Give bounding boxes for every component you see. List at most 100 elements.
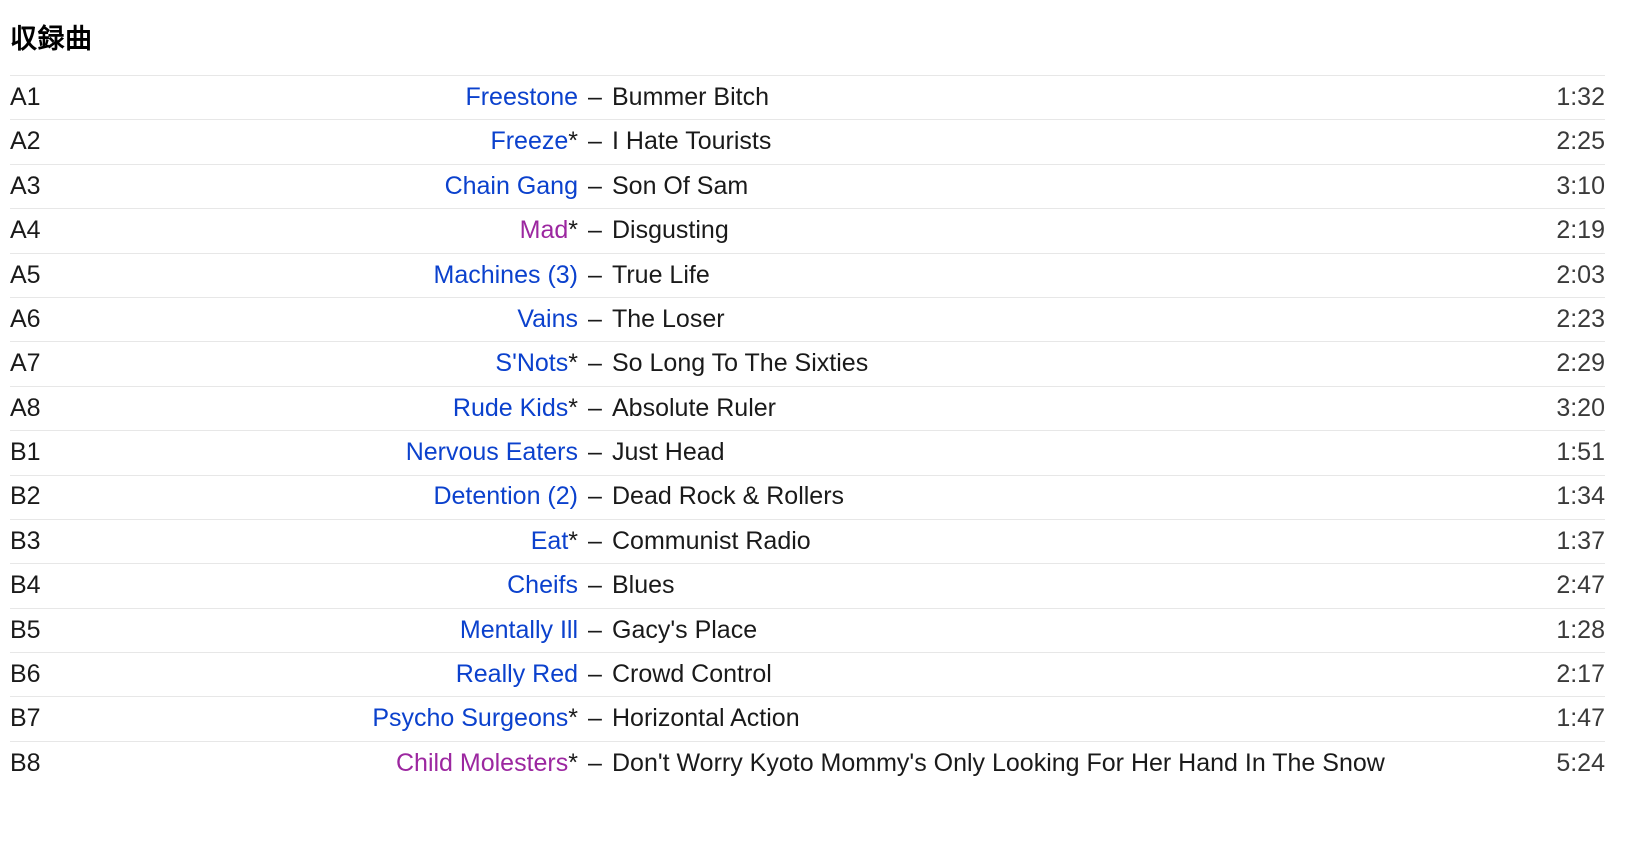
track-artist-cell: S'Nots* [130,342,578,386]
track-title: So Long To The Sixties [612,349,869,378]
track-artist-cell: Nervous Eaters [130,431,578,475]
track-artist-cell: Vains [130,297,578,341]
track-position: A7 [10,349,41,378]
artist-asterisk-marker: * [568,526,578,555]
artist-title-dash: – [588,349,602,378]
track-duration: 2:03 [1556,260,1605,289]
table-row[interactable]: B3 Eat* – Communist Radio 1:37 [10,519,1605,563]
track-title: Disgusting [612,216,729,245]
artist-title-dash: – [588,482,602,511]
track-title: Gacy's Place [612,615,758,644]
table-row[interactable]: A3 Chain Gang – Son Of Sam 3:10 [10,164,1605,208]
track-artist-cell: Rude Kids* [130,386,578,430]
track-duration: 1:34 [1556,482,1605,511]
artist-asterisk-marker: * [568,749,578,778]
track-position: B5 [10,615,41,644]
artist-link[interactable]: Chain Gang [445,172,578,200]
table-row[interactable]: A5 Machines (3) – True Life 2:03 [10,253,1605,297]
track-position: B1 [10,438,41,467]
artist-link[interactable]: Psycho Surgeons [372,704,568,733]
artist-link[interactable]: Child Molesters [396,749,568,777]
track-artist-cell: Freeze* [130,120,578,164]
artist-title-dash: – [588,127,602,156]
track-title: Absolute Ruler [612,393,776,422]
artist-link[interactable]: Detention (2) [433,482,578,511]
track-artist-cell: Really Red [130,653,578,697]
artist-title-dash: – [588,749,602,778]
table-row[interactable]: A1 Freestone – Bummer Bitch 1:32 [10,75,1605,120]
track-title: Bummer Bitch [612,82,769,111]
artist-title-dash: – [588,393,602,422]
artist-link[interactable]: Vains [517,305,578,333]
track-duration: 2:25 [1556,127,1605,156]
track-position: A3 [10,171,41,200]
track-duration: 2:47 [1556,571,1605,600]
artist-title-dash: – [588,82,602,111]
track-title: Horizontal Action [612,704,800,733]
track-position: B6 [10,660,41,689]
artist-title-dash: – [588,171,602,200]
table-row[interactable]: B8 Child Molesters* – Don't Worry Kyoto Mom… [10,741,1605,785]
artist-title-dash: – [588,260,602,289]
track-artist-cell: Machines (3) [130,253,579,297]
artist-link[interactable]: Mad [520,216,569,244]
artist-title-dash: – [588,571,602,600]
artist-link[interactable]: Rude Kids [453,394,568,422]
track-duration: 2:29 [1556,349,1605,378]
artist-link[interactable]: Really Red [456,660,578,688]
track-artist-cell: Mentally Ill [130,608,578,652]
table-row[interactable]: A6 Vains – The Loser 2:23 [10,297,1605,341]
artist-title-dash: – [588,438,602,467]
artist-link[interactable]: Eat [531,527,569,555]
track-position: B4 [10,571,41,600]
track-artist-cell: Detention (2) [130,475,578,519]
artist-link[interactable]: Cheifs [507,571,578,599]
track-title: The Loser [612,304,725,333]
artist-title-dash: – [588,704,602,733]
table-row[interactable]: B1 Nervous Eaters – Just Head 1:51 [10,430,1605,475]
track-duration: 2:23 [1556,304,1605,333]
track-title: True Life [612,260,710,289]
track-position: B7 [10,704,41,733]
artist-link[interactable]: Mentally Ill [460,616,578,644]
table-row[interactable]: B2 Detention (2) – Dead Rock & Rollers 1:34 [10,475,1605,519]
artist-link[interactable]: Machines (3) [434,261,579,289]
artist-link[interactable]: Nervous Eaters [406,438,578,466]
track-duration: 1:47 [1556,704,1605,733]
track-duration: 3:10 [1556,171,1605,200]
artist-title-dash: – [588,660,602,689]
track-duration: 2:17 [1556,660,1605,689]
table-row[interactable]: B6 Really Red – Crowd Control 2:17 [10,652,1605,697]
artist-link[interactable]: Freeze [490,127,568,156]
table-row[interactable]: B7 Psycho Surgeons* – Horizontal Action 1:47 [10,696,1605,741]
track-position: A2 [10,127,41,156]
track-title: Son Of Sam [612,171,749,200]
track-position: A5 [10,260,41,289]
track-artist-cell: Eat* [130,519,578,563]
track-title: Communist Radio [612,526,811,555]
artist-link[interactable]: S'Nots [495,349,568,378]
track-duration: 3:20 [1556,393,1605,422]
artist-asterisk-marker: * [568,393,578,422]
tracklist-section: 収録曲 A1 Freestone – Bummer Bitch 1:32 A2 Freeze… [0,0,1632,786]
track-position: B2 [10,482,41,511]
track-title: Don't Worry Kyoto Mommy's Only Looking F… [612,749,1385,778]
track-position: A6 [10,304,41,333]
artist-title-dash: – [588,216,602,245]
page-title: 収録曲 [10,24,93,54]
tracklist-table: A1 Freestone – Bummer Bitch 1:32 A2 Freeze* – I … [10,75,1605,786]
table-row[interactable]: A4 Mad* – Disgusting 2:19 [10,208,1605,253]
track-duration: 1:32 [1556,82,1605,111]
track-title: Dead Rock & Rollers [612,482,845,511]
table-row[interactable]: B5 Mentally Ill – Gacy's Place 1:28 [10,608,1605,652]
table-row[interactable]: B4 Cheifs – Blues 2:47 [10,563,1605,608]
table-row[interactable]: A8 Rude Kids* – Absolute Ruler 3:20 [10,386,1605,430]
table-row[interactable]: A7 S'Nots* – So Long To The Sixties 2:29 [10,341,1605,386]
track-artist-cell: Chain Gang [130,164,578,208]
track-position: A4 [10,216,41,245]
table-row[interactable]: A2 Freeze* – I Hate Tourists 2:25 [10,119,1605,164]
artist-asterisk-marker: * [568,349,578,378]
track-position: B8 [10,749,41,778]
artist-link[interactable]: Freestone [465,83,578,111]
track-position: A1 [10,82,41,111]
